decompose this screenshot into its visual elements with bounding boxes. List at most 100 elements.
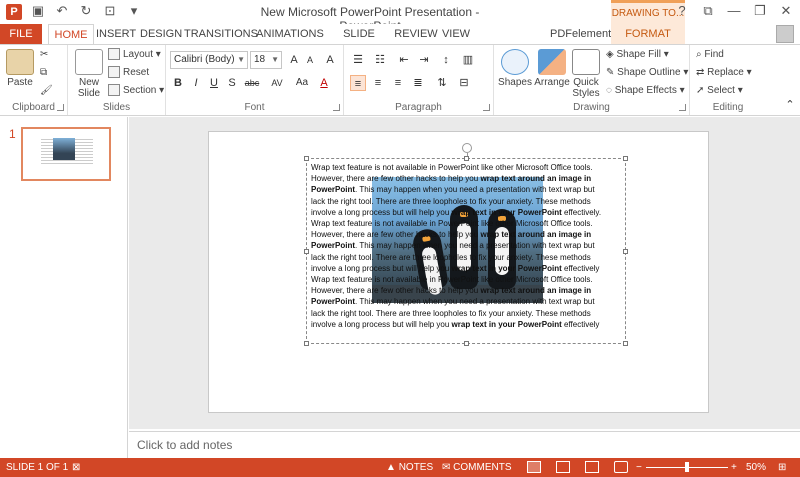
resize-handle[interactable] xyxy=(623,249,628,254)
line-bold-text: PowerPoint xyxy=(311,241,356,251)
shadow-button[interactable]: S xyxy=(224,75,240,91)
increase-indent-icon[interactable]: ⇥ xyxy=(416,52,432,68)
character-spacing-button[interactable]: AV xyxy=(266,75,288,91)
font-name-combo[interactable]: Calibri (Body) ▼ xyxy=(170,51,248,69)
bold-button[interactable]: B xyxy=(170,75,186,91)
tab-view[interactable]: VIEW xyxy=(440,24,472,44)
replace-button[interactable]: ⇄ Replace ▾ xyxy=(696,65,752,81)
clipboard-launcher-icon[interactable] xyxy=(57,104,64,111)
zoom-out-icon[interactable]: − xyxy=(636,458,642,477)
strikethrough-button[interactable]: abc xyxy=(242,75,262,91)
close-icon[interactable]: ✕ xyxy=(776,2,796,20)
save-icon[interactable]: ▣ xyxy=(30,3,46,19)
find-button[interactable]: ⌕ Find xyxy=(696,47,724,63)
text-box-selected[interactable]: Wrap text feature is not available in Po… xyxy=(304,143,628,346)
resize-handle[interactable] xyxy=(304,249,309,254)
thumbnail-image xyxy=(53,138,75,160)
font-size-combo[interactable]: 18 ▼ xyxy=(250,51,282,69)
fit-slide-icon[interactable]: ⊞ xyxy=(778,458,786,477)
new-slide-button[interactable]: New Slide xyxy=(72,49,106,99)
line-spacing-icon[interactable]: ↕ xyxy=(438,52,454,68)
underline-button[interactable]: U xyxy=(206,75,222,91)
grow-font-button[interactable]: A xyxy=(286,52,302,68)
tab-format[interactable]: FORMAT xyxy=(611,24,685,44)
tab-pdfelement[interactable]: PDFelement xyxy=(550,24,611,44)
tab-animations[interactable]: ANIMATIONS xyxy=(256,24,324,44)
tab-review[interactable]: REVIEW xyxy=(394,24,438,44)
zoom-slider-thumb[interactable] xyxy=(685,462,689,472)
comments-toggle[interactable]: ✉ COMMENTS xyxy=(442,458,512,477)
help-icon[interactable]: ? xyxy=(672,2,692,20)
notes-pane[interactable]: Click to add notes xyxy=(129,431,800,458)
resize-handle[interactable] xyxy=(304,341,309,346)
font-color-button[interactable]: A xyxy=(316,75,332,91)
zoom-level[interactable]: 50% xyxy=(746,458,766,477)
font-launcher-icon[interactable] xyxy=(333,104,340,111)
shrink-font-button[interactable]: A xyxy=(302,52,318,68)
align-center-icon[interactable]: ≡ xyxy=(370,75,386,91)
italic-button[interactable]: I xyxy=(188,75,204,91)
slide-canvas[interactable]: Wrap text feature is not available in Po… xyxy=(208,131,709,413)
undo-icon[interactable]: ↶ xyxy=(54,3,70,19)
slide-sorter-icon[interactable] xyxy=(556,461,570,473)
slide-body-text[interactable]: Wrap text feature is not available in Po… xyxy=(311,162,623,330)
bullets-icon[interactable]: ☰ xyxy=(350,52,366,68)
restore-icon[interactable]: ❐ xyxy=(750,2,770,20)
tab-design[interactable]: DESIGN xyxy=(140,24,182,44)
tab-file[interactable]: FILE xyxy=(0,24,42,44)
change-case-button[interactable]: Aa xyxy=(292,75,312,91)
justify-icon[interactable]: ≣ xyxy=(410,75,426,91)
decrease-indent-icon[interactable]: ⇤ xyxy=(396,52,412,68)
user-avatar[interactable] xyxy=(776,25,794,43)
slide-thumbnail[interactable] xyxy=(21,127,111,181)
tab-transitions[interactable]: TRANSITIONS xyxy=(184,24,258,44)
collapse-ribbon-icon[interactable]: ⌃ xyxy=(782,97,798,113)
paragraph-launcher-icon[interactable] xyxy=(483,104,490,111)
spell-check-icon[interactable]: ⊠ xyxy=(72,458,80,477)
align-right-icon[interactable]: ≡ xyxy=(390,75,406,91)
start-from-beginning-icon[interactable]: ⊡ xyxy=(102,3,118,19)
tab-insert[interactable]: INSERT xyxy=(96,24,136,44)
columns-icon[interactable]: ▥ xyxy=(460,52,476,68)
reset-button[interactable]: Reset xyxy=(108,65,149,81)
resize-handle[interactable] xyxy=(304,156,309,161)
shape-fill-button[interactable]: ◈ Shape Fill ▾ xyxy=(606,47,669,63)
clear-formatting-button[interactable]: A xyxy=(322,52,338,68)
resize-handle[interactable] xyxy=(623,156,628,161)
font-group-label: Font xyxy=(244,102,265,113)
replace-icon: ⇄ xyxy=(696,67,708,78)
cut-button[interactable]: ✂ xyxy=(40,47,48,63)
arrange-button[interactable]: Arrange xyxy=(534,49,570,88)
zoom-in-icon[interactable]: + xyxy=(731,458,737,477)
resize-handle[interactable] xyxy=(464,156,469,161)
layout-button[interactable]: Layout ▾ xyxy=(108,47,161,63)
shapes-button[interactable]: Shapes xyxy=(496,49,534,88)
paste-button[interactable]: Paste xyxy=(4,49,36,88)
select-button[interactable]: ➚ Select ▾ xyxy=(696,83,743,99)
customize-qat-icon[interactable]: ▾ xyxy=(126,3,142,19)
section-button[interactable]: Section ▾ xyxy=(108,83,164,99)
minimize-icon[interactable]: — xyxy=(724,2,744,20)
rotate-handle-icon[interactable] xyxy=(462,143,472,153)
ribbon-display-options-icon[interactable]: ⧉ xyxy=(698,2,718,20)
copy-button[interactable]: ⧉ xyxy=(40,65,47,81)
slides-group: New Slide Layout ▾ Reset Section ▾ Slide… xyxy=(68,45,166,115)
align-left-icon[interactable]: ≡ xyxy=(350,75,366,91)
normal-view-icon[interactable] xyxy=(527,461,541,473)
shape-effects-button[interactable]: ◌ Shape Effects ▾ xyxy=(606,83,685,99)
repeat-icon[interactable]: ↻ xyxy=(78,3,94,19)
resize-handle[interactable] xyxy=(623,341,628,346)
slide-show-icon[interactable] xyxy=(614,461,628,473)
text-direction-icon[interactable]: ⇅ xyxy=(434,75,450,91)
tab-slide-show[interactable]: SLIDE SHOW xyxy=(328,24,390,60)
reading-view-icon[interactable] xyxy=(585,461,599,473)
notes-toggle[interactable]: ▲ NOTES xyxy=(386,458,433,477)
shape-outline-button[interactable]: ✎ Shape Outline ▾ xyxy=(606,65,688,81)
format-painter-button[interactable]: 🖌 xyxy=(40,83,53,99)
resize-handle[interactable] xyxy=(464,341,469,346)
numbering-icon[interactable]: ☷ xyxy=(372,52,388,68)
align-text-icon[interactable]: ⊟ xyxy=(456,75,472,91)
tab-home[interactable]: HOME xyxy=(48,24,94,45)
quick-styles-button[interactable]: Quick Styles xyxy=(570,49,602,99)
drawing-launcher-icon[interactable] xyxy=(679,104,686,111)
